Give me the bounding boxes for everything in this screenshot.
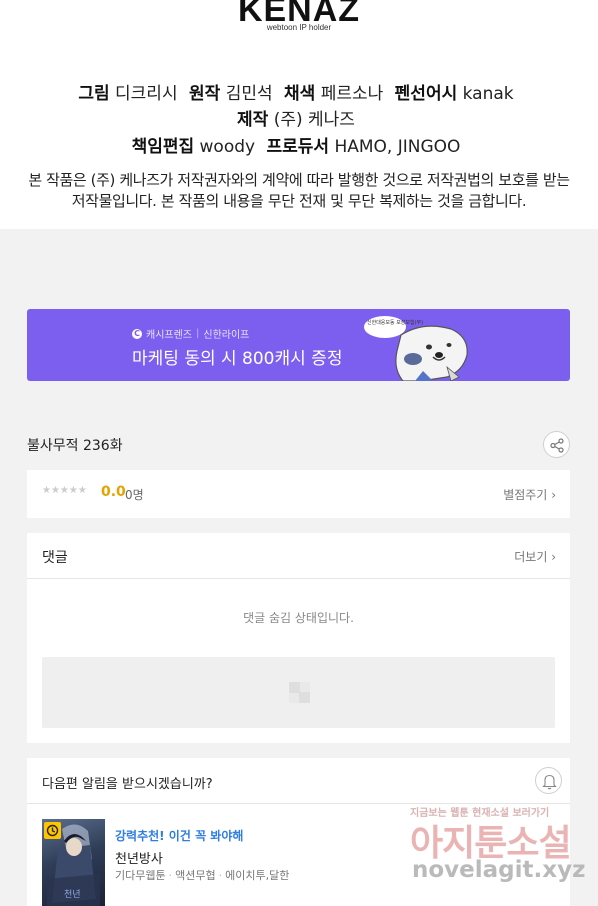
rate-button[interactable]: 별점주기 › [503, 486, 556, 503]
credit-role: 그림 [78, 84, 110, 104]
svg-text:천년: 천년 [64, 889, 81, 900]
banner-title: 마케팅 동의 시 800캐시 증정 [132, 349, 343, 369]
watermark-url: novelagit.xyz [412, 857, 586, 883]
chevron-right-icon: › [551, 488, 556, 502]
credit-line-1: 그림 디크리시 원작 김민석 채색 페르소나 펜선어시 kanak [0, 83, 598, 105]
bell-icon [542, 774, 557, 790]
credit-role: 채색 [284, 84, 316, 104]
episode-title: 불사무적 236화 [27, 438, 123, 454]
share-icon [550, 438, 564, 453]
next-alert-header: 다음편 알림을 받으시겠습니까? [27, 758, 570, 804]
comments-more-label: 더보기 [514, 550, 548, 564]
rating-card: ★★★★★ 0.0 0명 별점주기 › [27, 470, 570, 518]
credit-role: 프로듀서 [266, 137, 330, 157]
notification-bell-button[interactable] [535, 767, 562, 794]
comments-more-button[interactable]: 더보기 › [514, 548, 556, 565]
copyright-notice: 본 작품은 (주) 케나즈가 저작권자와의 계약에 따라 발행한 것으로 저작권… [28, 171, 570, 210]
credit-role: 제작 [237, 110, 269, 130]
credit-name: woody [199, 137, 256, 157]
credit-role: 원작 [189, 84, 221, 104]
meta-separator: · [218, 869, 223, 882]
recommend-meta-item: 에이치투,달한 [225, 869, 290, 882]
chevron-right-icon: › [551, 550, 556, 564]
speech-bubble-text: 신한대응모동 보장보험(무) [367, 319, 423, 326]
credits-panel: KENAZ webtoon IP holder 그림 디크리시 원작 김민석 채… [0, 0, 598, 229]
meta-separator: · [168, 869, 173, 882]
credit-name: 디크리시 [115, 84, 178, 104]
marketing-banner[interactable]: C 캐시프렌즈 | 신한라이프 마케팅 동의 시 800캐시 증정 신한대응모동… [27, 309, 570, 381]
credit-name: (주) 케나즈 [273, 110, 355, 130]
next-alert-question: 다음편 알림을 받으시겠습니까? [42, 777, 213, 792]
rating-score: 0.0 [101, 484, 126, 500]
credit-name: 김민석 [225, 84, 273, 104]
credit-line-2: 제작 (주) 케나즈 [0, 109, 598, 131]
recommend-meta-item: 기다무웹툰 [115, 869, 166, 882]
banner-brand-row: C 캐시프렌즈 | 신한라이프 [132, 326, 249, 341]
star-rating-icon[interactable]: ★★★★★ [42, 485, 87, 496]
image-placeholder-icon [289, 682, 310, 703]
credit-name: kanak [462, 84, 514, 104]
recommend-meta-item: 액션무협 [175, 869, 216, 882]
comments-hidden-message: 댓글 숨김 상태입니다. [243, 611, 354, 625]
kenaz-logo: KENAZ webtoon IP holder [0, 0, 598, 32]
credit-role: 책임편집 [131, 137, 195, 157]
cashfriends-logo-icon: C [132, 328, 142, 339]
rating-count: 0명 [125, 488, 144, 502]
credit-role: 펜선어시 [394, 84, 458, 104]
credit-name: HAMO, JINGOO [334, 137, 461, 157]
share-button[interactable] [543, 431, 570, 458]
recommend-tag: 강력추천! 이건 꼭 봐야해 [115, 829, 244, 843]
logo-wordmark: KENAZ [237, 0, 361, 21]
dog-mascot-icon: 신한대응모동 보장보험(무) [364, 316, 468, 381]
credit-line-3: 책임편집 woody 프로듀서 HAMO, JINGOO [0, 136, 598, 158]
comments-card: 댓글 더보기 › 댓글 숨김 상태입니다. [27, 533, 570, 743]
credit-name: 페르소나 [320, 84, 384, 104]
comments-header: 댓글 더보기 › [27, 533, 570, 579]
banner-partner: 신한라이프 [203, 330, 250, 341]
ad-placeholder[interactable] [42, 657, 555, 728]
banner-brand: 캐시프렌즈 [146, 330, 192, 341]
rate-button-label: 별점주기 [503, 488, 548, 502]
comments-title: 댓글 [42, 550, 68, 566]
recommend-title[interactable]: 천년방사 [115, 848, 163, 867]
banner-separator: | [196, 328, 200, 339]
logo-subtitle: webtoon IP holder [266, 23, 332, 32]
recommend-thumbnail[interactable]: 천년 [42, 819, 105, 906]
site-watermark: 지금보는 웹툰 현재소설 보러가기 아지툰소설 novelagit.xyz [408, 800, 586, 895]
wait-free-clock-icon [44, 822, 61, 839]
recommend-meta: 기다무웹툰 · 액션무협 · 에이치투,달한 [115, 867, 289, 883]
